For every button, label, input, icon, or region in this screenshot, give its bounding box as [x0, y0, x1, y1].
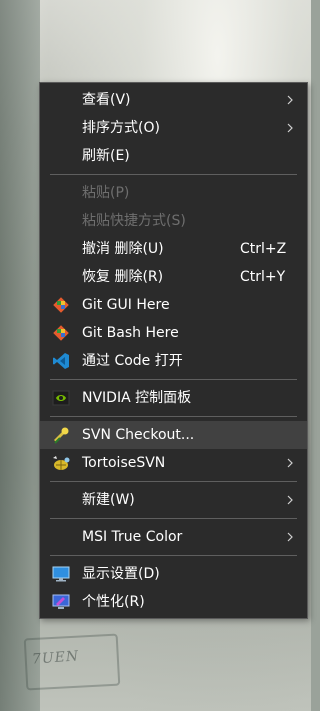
menu-item-shortcut: Ctrl+Y: [240, 269, 286, 285]
menu-item-label: 排序方式(O): [82, 120, 160, 136]
chevron-right-icon: [287, 123, 293, 133]
menu-item-label: 显示设置(D): [82, 566, 160, 582]
menu-item-tortoisesvn[interactable]: TortoiseSVN: [40, 449, 307, 477]
menu-item-label: Git Bash Here: [82, 325, 179, 341]
menu-item-label: TortoiseSVN: [82, 455, 166, 471]
menu-item-undo-delete[interactable]: 撤消 删除(U) Ctrl+Z: [40, 235, 307, 263]
menu-separator: [50, 416, 297, 417]
menu-item-label: Git GUI Here: [82, 297, 170, 313]
menu-item-personalize[interactable]: 个性化(R): [40, 588, 307, 616]
menu-item-new[interactable]: 新建(W): [40, 486, 307, 514]
git-icon: [53, 297, 69, 313]
menu-item-label: 撤消 删除(U): [82, 241, 164, 257]
git-icon: [53, 325, 69, 341]
menu-item-paste: 粘贴(P): [40, 179, 307, 207]
menu-item-refresh[interactable]: 刷新(E): [40, 142, 307, 170]
menu-item-git-gui[interactable]: Git GUI Here: [40, 291, 307, 319]
menu-item-label: 查看(V): [82, 92, 131, 108]
wallpaper-caption: 7UEN: [31, 648, 80, 668]
menu-item-shortcut: Ctrl+Z: [240, 241, 287, 257]
menu-item-label: 恢复 删除(R): [82, 269, 164, 285]
tortoisesvn-icon: [53, 456, 70, 470]
menu-separator: [50, 481, 297, 482]
menu-item-msi-true-color[interactable]: MSI True Color: [40, 523, 307, 551]
menu-item-display-settings[interactable]: 显示设置(D): [40, 560, 307, 588]
menu-item-label: 通过 Code 打开: [82, 353, 183, 369]
chevron-right-icon: [287, 532, 293, 542]
menu-item-label: 刷新(E): [82, 148, 130, 164]
menu-item-label: SVN Checkout...: [82, 427, 195, 443]
display-icon: [52, 566, 70, 582]
chevron-right-icon: [287, 95, 293, 105]
menu-item-redo-delete[interactable]: 恢复 删除(R) Ctrl+Y: [40, 263, 307, 291]
menu-separator: [50, 555, 297, 556]
desktop-context-menu: 查看(V) 排序方式(O) 刷新(E) 粘贴(P) 粘贴快捷方式(S) 撤消 删…: [39, 82, 308, 619]
menu-item-sort[interactable]: 排序方式(O): [40, 114, 307, 142]
menu-item-label: 新建(W): [82, 492, 135, 508]
personalize-icon: [52, 594, 70, 609]
menu-item-paste-shortcut: 粘贴快捷方式(S): [40, 207, 307, 235]
svn-checkout-icon: [54, 427, 69, 444]
nvidia-icon: [52, 390, 70, 406]
chevron-right-icon: [287, 458, 293, 468]
menu-item-open-with-code[interactable]: 通过 Code 打开: [40, 347, 307, 375]
menu-separator: [50, 518, 297, 519]
wallpaper-beam: [0, 0, 40, 711]
menu-separator: [50, 379, 297, 380]
menu-item-label: 粘贴快捷方式(S): [82, 213, 186, 229]
menu-item-label: 个性化(R): [82, 594, 145, 610]
menu-separator: [50, 174, 297, 175]
menu-item-label: 粘贴(P): [82, 185, 130, 201]
menu-item-view[interactable]: 查看(V): [40, 86, 307, 114]
menu-item-label: NVIDIA 控制面板: [82, 390, 192, 406]
vscode-icon: [53, 353, 69, 369]
menu-item-svn-checkout[interactable]: SVN Checkout...: [40, 421, 307, 449]
chevron-right-icon: [287, 495, 293, 505]
menu-item-nvidia-control-panel[interactable]: NVIDIA 控制面板: [40, 384, 307, 412]
menu-item-git-bash[interactable]: Git Bash Here: [40, 319, 307, 347]
menu-item-label: MSI True Color: [82, 529, 183, 545]
